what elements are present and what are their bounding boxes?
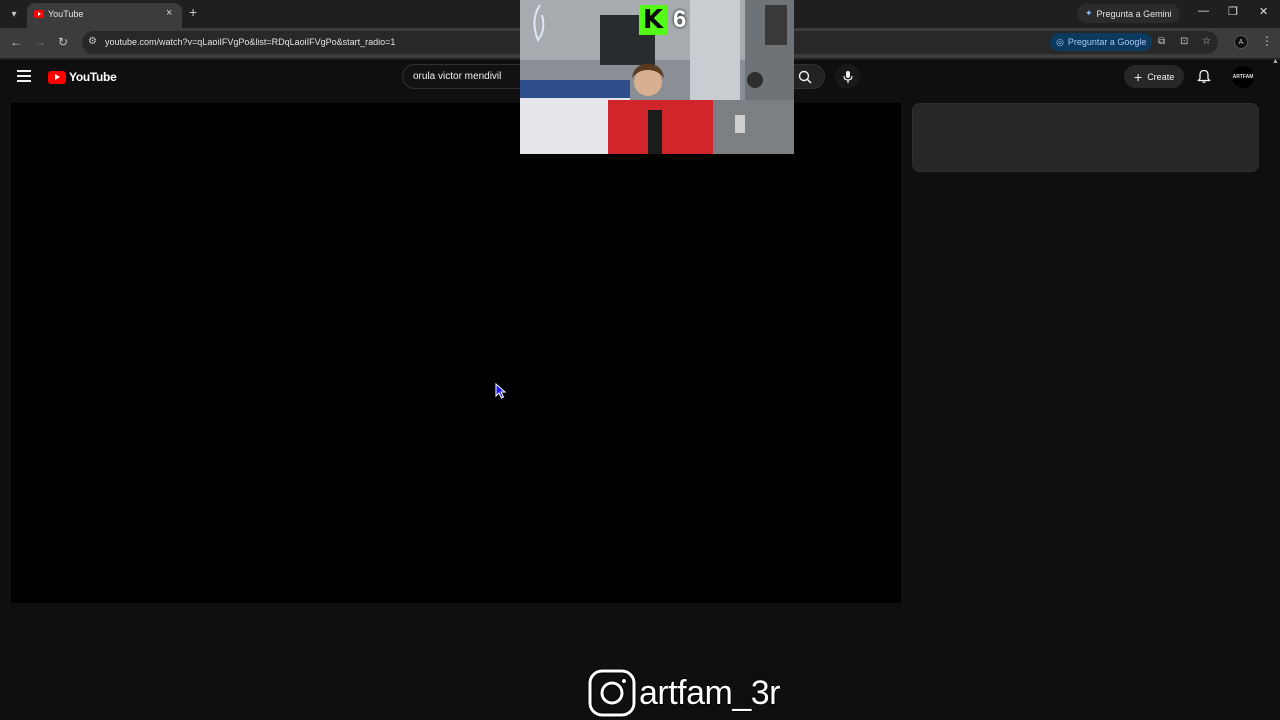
browser-tab[interactable]: YouTube ×: [27, 3, 182, 28]
cursor-icon: [495, 383, 507, 399]
sidebar-placeholder-card: [912, 103, 1259, 172]
tab-title: YouTube: [48, 9, 84, 19]
url-text[interactable]: youtube.com/watch?v=qLaoiIFVgPo&list=RDq…: [105, 37, 395, 47]
plus-icon: +: [1134, 68, 1143, 85]
youtube-logo-text: YouTube: [69, 70, 117, 84]
scroll-up-arrow-icon[interactable]: ▲: [1272, 58, 1279, 65]
instagram-icon: [587, 668, 637, 718]
site-info-icon[interactable]: ⚙: [88, 36, 97, 47]
webcam-overlay: K 6: [520, 0, 794, 154]
ask-google-label: Preguntar a Google: [1067, 37, 1147, 47]
bookmark-star-icon[interactable]: ☆: [1202, 36, 1211, 47]
avatar[interactable]: ARTFAM: [1232, 66, 1254, 88]
youtube-logo-icon: [48, 70, 66, 84]
create-button[interactable]: + Create: [1124, 65, 1185, 88]
new-tab-icon[interactable]: +: [189, 4, 197, 20]
tab-close-icon[interactable]: ×: [166, 7, 172, 19]
youtube-favicon: [34, 10, 44, 18]
minimize-button[interactable]: —: [1198, 5, 1209, 17]
install-icon[interactable]: ⊡: [1180, 36, 1188, 47]
gemini-icon: ✦: [1085, 8, 1093, 18]
gemini-button[interactable]: ✦ Pregunta a Gemini: [1077, 4, 1180, 23]
bell-icon[interactable]: [1197, 69, 1211, 89]
restore-button[interactable]: ❐: [1228, 5, 1238, 18]
instagram-handle: artfam_3r: [639, 673, 781, 712]
youtube-logo[interactable]: YouTube: [48, 70, 117, 84]
ask-google-button[interactable]: ◎ Preguntar a Google: [1050, 33, 1153, 51]
kick-viewer-badge: K 6: [633, 3, 692, 37]
kick-logo-icon: K: [639, 5, 667, 35]
hamburger-icon[interactable]: [17, 70, 31, 85]
back-icon[interactable]: ←: [10, 35, 22, 49]
reload-icon[interactable]: ↻: [58, 35, 68, 49]
search-query[interactable]: orula victor mendivil: [413, 71, 501, 82]
google-lens-icon: ◎: [1056, 36, 1064, 47]
instagram-watermark: artfam_3r: [587, 668, 781, 718]
video-player[interactable]: [11, 103, 901, 603]
menu-dots-icon[interactable]: ⋮: [1261, 34, 1273, 48]
forward-icon[interactable]: →: [34, 35, 46, 49]
close-window-button[interactable]: ✕: [1259, 5, 1268, 18]
mic-icon: [842, 70, 853, 83]
tab-list-icon[interactable]: ▾: [5, 5, 23, 23]
search-icon: [798, 70, 812, 84]
profile-icon[interactable]: A: [1234, 35, 1248, 49]
gemini-label: Pregunta a Gemini: [1096, 8, 1172, 19]
voice-search-button[interactable]: [835, 64, 860, 89]
kick-viewer-count: 6: [673, 6, 687, 33]
translate-icon[interactable]: ⧉: [1158, 36, 1165, 47]
create-label: Create: [1147, 71, 1175, 82]
